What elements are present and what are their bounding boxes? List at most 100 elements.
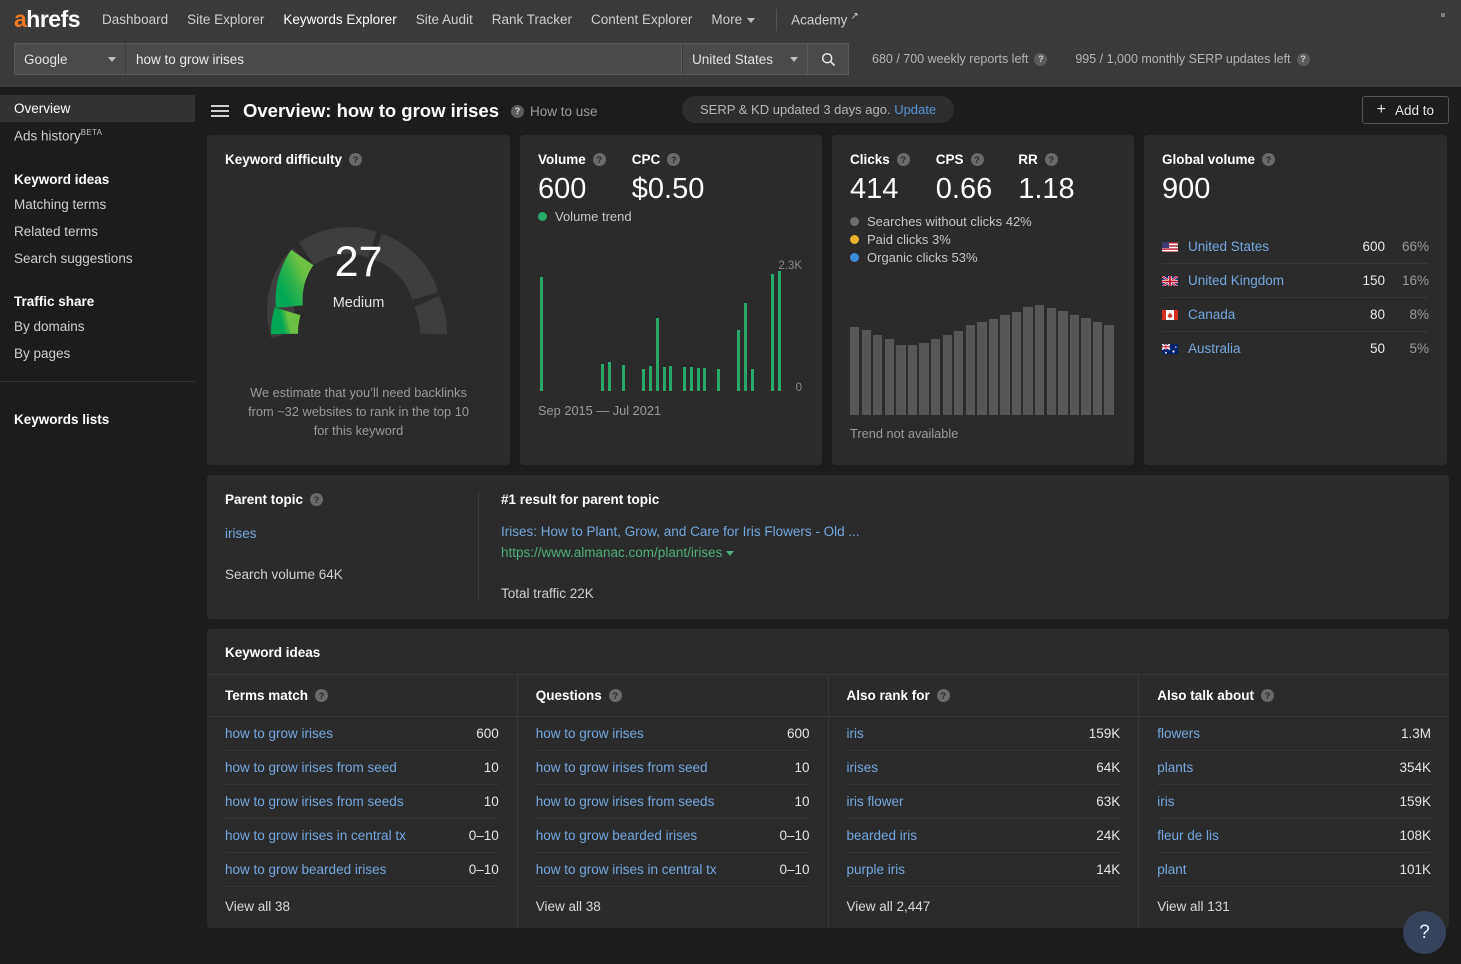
help-icon[interactable]: ? (1262, 153, 1276, 166)
view-all-link[interactable]: View all 38 (207, 887, 517, 928)
help-icon[interactable]: ? (970, 153, 984, 166)
nav-item-site-explorer[interactable]: Site Explorer (187, 12, 264, 27)
table-row[interactable]: iris 159K (1157, 785, 1431, 819)
country-name[interactable]: Australia (1188, 341, 1341, 356)
table-row[interactable]: how to grow irises from seeds 10 (225, 785, 499, 819)
keyword-term[interactable]: iris (847, 726, 864, 741)
keyword-term[interactable]: how to grow bearded irises (536, 828, 697, 843)
keyword-term[interactable]: bearded iris (847, 828, 918, 843)
top-result-title[interactable]: Irises: How to Plant, Grow, and Care for… (501, 524, 1431, 539)
table-row[interactable]: flowers 1.3M (1157, 717, 1431, 751)
parent-topic-keyword[interactable]: irises (225, 526, 462, 541)
country-row[interactable]: United States 600 66% (1162, 230, 1429, 265)
sidebar-item-matching-terms[interactable]: Matching terms (0, 191, 195, 218)
table-row[interactable]: how to grow bearded irises 0–10 (535, 819, 810, 853)
chevron-down-icon[interactable] (726, 550, 735, 556)
keyword-term[interactable]: how to grow irises from seed (536, 760, 708, 775)
nav-item-rank-tracker[interactable]: Rank Tracker (492, 12, 572, 27)
table-row[interactable]: how to grow irises from seeds 10 (535, 785, 810, 819)
keyword-term[interactable]: purple iris (847, 862, 906, 877)
keyword-term[interactable]: how to grow irises (225, 726, 333, 741)
keyword-term[interactable]: how to grow irises from seed (225, 760, 397, 775)
how-to-use-link[interactable]: ? How to use (510, 104, 598, 119)
sidebar-item-keywords-lists[interactable]: Keywords lists (0, 404, 195, 431)
table-row[interactable]: how to grow bearded irises 0–10 (225, 853, 499, 887)
nav-item-dashboard[interactable]: Dashboard (102, 12, 168, 27)
menu-toggle-icon[interactable] (211, 102, 229, 120)
table-row[interactable]: how to grow irises 600 (225, 717, 499, 751)
table-row[interactable]: how to grow irises from seed 10 (535, 751, 810, 785)
help-icon[interactable]: ? (896, 153, 910, 166)
table-row[interactable]: how to grow irises 600 (535, 717, 810, 751)
table-row[interactable]: purple iris 14K (846, 853, 1121, 887)
top-result-url[interactable]: https://www.almanac.com/plant/irises (501, 545, 1431, 560)
keyword-term[interactable]: how to grow irises (536, 726, 644, 741)
help-button[interactable]: ? (1403, 911, 1446, 954)
search-engine-select[interactable]: Google (14, 43, 125, 75)
logo-a: a (14, 6, 27, 32)
search-button[interactable] (807, 43, 849, 75)
sidebar-item-search-suggestions[interactable]: Search suggestions (0, 245, 195, 272)
table-row[interactable]: irises 64K (846, 751, 1121, 785)
keyword-term[interactable]: iris (1157, 794, 1174, 809)
nav-item-more[interactable]: More (711, 12, 756, 27)
table-row[interactable]: how to grow irises from seed 10 (225, 751, 499, 785)
view-all-link[interactable]: View all 38 (518, 887, 828, 928)
country-select[interactable]: United States (682, 43, 807, 75)
keyword-term[interactable]: iris flower (847, 794, 904, 809)
table-row[interactable]: plant 101K (1157, 853, 1431, 887)
nav-item-academy[interactable]: Academy ↗ (791, 11, 859, 28)
table-row[interactable]: bearded iris 24K (846, 819, 1121, 853)
keyword-term[interactable]: how to grow irises in central tx (536, 862, 717, 877)
sidebar-item-related-terms[interactable]: Related terms (0, 218, 195, 245)
table-row[interactable]: fleur de lis 108K (1157, 819, 1431, 853)
table-row[interactable]: plants 354K (1157, 751, 1431, 785)
help-icon[interactable]: ? (310, 493, 324, 506)
country-name[interactable]: Canada (1188, 307, 1341, 322)
table-row[interactable]: how to grow irises in central tx 0–10 (225, 819, 499, 853)
help-icon[interactable]: ? (349, 153, 363, 166)
keyword-term[interactable]: plant (1157, 862, 1186, 877)
help-icon[interactable]: ? (1034, 52, 1048, 66)
nav-item-site-audit[interactable]: Site Audit (416, 12, 473, 27)
keyword-term[interactable]: irises (847, 760, 879, 775)
keyword-term[interactable]: how to grow irises from seeds (225, 794, 404, 809)
search-input[interactable] (125, 43, 682, 75)
country-row[interactable]: Australia 50 5% (1162, 332, 1429, 365)
keyword-term[interactable]: flowers (1157, 726, 1200, 741)
country-row[interactable]: United Kingdom 150 16% (1162, 264, 1429, 299)
keyword-difficulty-card: Keyword difficulty ? 27 Medium We estima… (207, 135, 510, 465)
keyword-term[interactable]: fleur de lis (1157, 828, 1219, 843)
add-to-button[interactable]: + Add to (1361, 96, 1449, 124)
table-row[interactable]: iris flower 63K (846, 785, 1121, 819)
sidebar-item-ads-history[interactable]: Ads historyBETA (0, 122, 195, 150)
keyword-term[interactable]: how to grow irises in central tx (225, 828, 406, 843)
keyword-term[interactable]: plants (1157, 760, 1193, 775)
table-row[interactable]: iris 159K (846, 717, 1121, 751)
keyword-term[interactable]: how to grow bearded irises (225, 862, 386, 877)
help-icon[interactable]: ? (1044, 153, 1058, 166)
ahrefs-logo[interactable]: ahrefs (14, 6, 81, 33)
help-icon[interactable]: ? (667, 153, 681, 166)
help-icon[interactable]: ? (1261, 689, 1275, 702)
country-row[interactable]: Canada 80 8% (1162, 298, 1429, 333)
sidebar-item-by-pages[interactable]: By pages (0, 340, 195, 367)
help-icon[interactable]: ? (936, 689, 950, 702)
help-icon[interactable]: ? (592, 153, 606, 166)
sidebar-item-overview[interactable]: Overview (0, 95, 195, 122)
sidebar-item-by-domains[interactable]: By domains (0, 313, 195, 340)
nav-item-keywords-explorer[interactable]: Keywords Explorer (283, 12, 396, 27)
table-row[interactable]: how to grow irises in central tx 0–10 (535, 853, 810, 887)
help-icon[interactable]: ? (1296, 52, 1310, 66)
nav-item-content-explorer[interactable]: Content Explorer (591, 12, 692, 27)
help-icon[interactable]: ? (315, 689, 329, 702)
country-name[interactable]: United Kingdom (1188, 273, 1341, 288)
country-name[interactable]: United States (1188, 239, 1341, 254)
avatar[interactable] (1440, 12, 1453, 25)
help-icon[interactable]: ? (608, 689, 622, 702)
keyword-term[interactable]: how to grow irises from seeds (536, 794, 715, 809)
view-all-link[interactable]: View all 131 (1139, 887, 1449, 928)
view-all-link[interactable]: View all 2,447 (829, 887, 1139, 928)
legend-label: Paid clicks 3% (867, 232, 951, 248)
serp-update-button[interactable]: Update (894, 102, 936, 117)
